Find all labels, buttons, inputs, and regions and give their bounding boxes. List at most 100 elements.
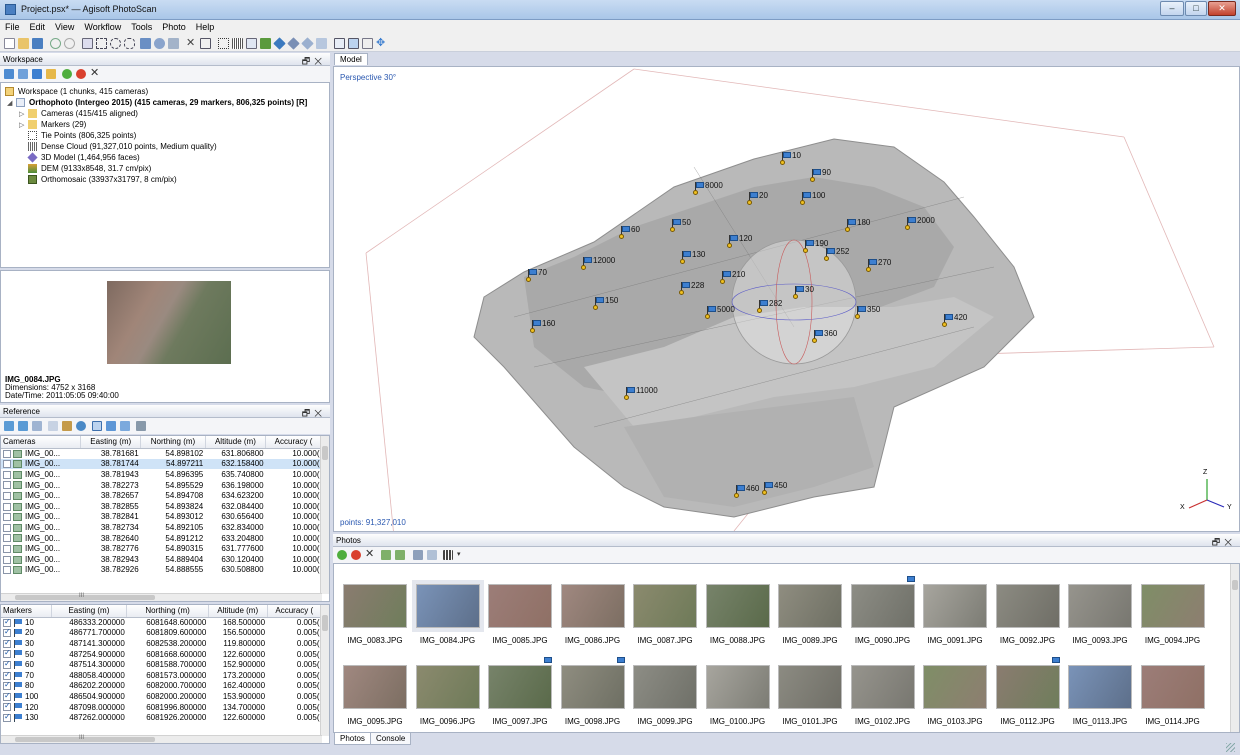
orthomosaic-item[interactable]: Orthomosaic (33937x31797, 8 cm/pix) bbox=[28, 174, 177, 185]
table-row[interactable]: 60 487514.300000 6081588.700000 152.900000 0… bbox=[1, 659, 322, 670]
enable-checkbox[interactable] bbox=[3, 492, 11, 501]
edit-icon[interactable] bbox=[62, 421, 72, 431]
enable-checkbox[interactable] bbox=[3, 638, 11, 648]
add-markers-icon[interactable] bbox=[32, 69, 42, 79]
export-icon[interactable] bbox=[18, 421, 28, 431]
enable-checkbox[interactable] bbox=[3, 617, 11, 627]
column-header[interactable]: Markers bbox=[1, 605, 52, 618]
photo-thumbnail[interactable] bbox=[705, 584, 770, 628]
photo-thumbnail[interactable] bbox=[633, 584, 697, 628]
column-header[interactable]: Altitude (m) bbox=[205, 436, 267, 449]
remove-icon[interactable]: ✕ bbox=[90, 68, 100, 79]
rect-select-icon[interactable] bbox=[96, 38, 107, 49]
table-row[interactable]: IMG_00... 38.782273 54.895529 636.198000 10.… bbox=[1, 480, 322, 491]
dense-cloud-item[interactable]: Dense Cloud (91,327,010 points, Medium q… bbox=[28, 141, 217, 152]
column-header[interactable]: Easting (m) bbox=[80, 436, 142, 449]
workspace-root[interactable]: Workspace (1 chunks, 415 cameras) bbox=[5, 86, 148, 97]
rotate-object-icon[interactable] bbox=[154, 38, 165, 49]
view-errors-icon[interactable] bbox=[106, 421, 116, 431]
dem-item[interactable]: DEM (9133x8548, 31.7 cm/pix) bbox=[28, 163, 151, 174]
enable-icon[interactable] bbox=[62, 69, 72, 79]
cameras-vscroll[interactable] bbox=[320, 436, 329, 594]
enable-checkbox[interactable] bbox=[3, 649, 11, 659]
filter-icon[interactable] bbox=[413, 550, 423, 560]
table-row[interactable]: 70 488058.400000 6081573.000000 173.200000 0… bbox=[1, 670, 322, 681]
photo-thumbnail[interactable] bbox=[560, 665, 625, 709]
tab-photos[interactable]: Photos bbox=[334, 733, 371, 745]
settings-icon[interactable] bbox=[48, 421, 58, 431]
tie-points-item[interactable]: Tie Points (806,325 points) bbox=[28, 130, 136, 141]
wireframe-icon[interactable] bbox=[246, 38, 257, 49]
photos-vscroll[interactable] bbox=[1230, 564, 1239, 732]
disable-icon[interactable] bbox=[76, 69, 86, 79]
photo-thumbnail[interactable] bbox=[850, 665, 915, 709]
undo-icon[interactable] bbox=[50, 38, 61, 49]
import-icon[interactable] bbox=[4, 421, 14, 431]
point-cloud-icon[interactable] bbox=[218, 38, 229, 49]
table-icon[interactable] bbox=[32, 421, 42, 431]
photo-thumbnail[interactable] bbox=[488, 665, 552, 709]
enable-checkbox[interactable] bbox=[3, 712, 11, 723]
cameras-hscroll[interactable]: III bbox=[1, 593, 322, 601]
model-item[interactable]: 3D Model (1,464,956 faces) bbox=[27, 152, 140, 163]
markers-hscroll[interactable]: III bbox=[1, 735, 322, 743]
table-row[interactable]: 30 487141.300000 6082538.200000 119.800000 0… bbox=[1, 638, 322, 649]
table-row[interactable]: IMG_00... 38.781681 54.898102 631.806800 10.… bbox=[1, 448, 322, 459]
collapse-arrow-icon[interactable]: ▷ bbox=[19, 121, 28, 129]
enable-checkbox[interactable] bbox=[3, 449, 11, 458]
delete-selection-icon[interactable]: ✕ bbox=[186, 38, 197, 49]
enable-checkbox[interactable] bbox=[3, 481, 11, 490]
enable-checkbox[interactable] bbox=[3, 513, 11, 522]
solid-icon[interactable] bbox=[273, 37, 286, 50]
photo-thumbnail[interactable] bbox=[343, 665, 407, 709]
photo-thumbnail[interactable] bbox=[705, 665, 770, 709]
resize-grip-icon[interactable] bbox=[1226, 743, 1235, 752]
resize-region-icon[interactable] bbox=[168, 38, 179, 49]
menu-tools[interactable]: Tools bbox=[126, 20, 157, 32]
column-header[interactable]: Accuracy ( bbox=[267, 605, 323, 618]
redo-icon[interactable] bbox=[64, 38, 75, 49]
photo-thumbnail[interactable] bbox=[778, 665, 842, 709]
table-row[interactable]: 10 486333.200000 6081648.600000 168.500000 0… bbox=[1, 617, 322, 628]
markers-vscroll[interactable] bbox=[320, 605, 329, 736]
view-variance-icon[interactable] bbox=[120, 421, 130, 431]
enable-icon[interactable] bbox=[337, 550, 347, 560]
table-row[interactable]: 20 486771.700000 6081809.600000 156.500000 0… bbox=[1, 628, 322, 639]
close-button[interactable]: ✕ bbox=[1208, 1, 1236, 16]
tab-model[interactable]: Model bbox=[334, 53, 368, 65]
enable-checkbox[interactable] bbox=[3, 566, 11, 575]
menu-workflow[interactable]: Workflow bbox=[79, 20, 126, 32]
photo-thumbnail[interactable] bbox=[850, 584, 915, 628]
table-row[interactable]: IMG_00... 38.782943 54.889404 630.120400 10.… bbox=[1, 554, 322, 565]
add-folder-icon[interactable] bbox=[46, 69, 56, 79]
update-icon[interactable] bbox=[76, 421, 86, 431]
enable-checkbox[interactable] bbox=[3, 691, 11, 701]
photo-thumbnail[interactable] bbox=[560, 584, 625, 628]
photo-thumbnail[interactable] bbox=[411, 580, 484, 632]
view-source-icon[interactable] bbox=[92, 421, 102, 431]
enable-checkbox[interactable] bbox=[3, 659, 11, 670]
circle-select-icon[interactable] bbox=[110, 38, 121, 49]
photo-thumbnail[interactable] bbox=[343, 584, 407, 628]
disable-icon[interactable] bbox=[351, 550, 361, 560]
tab-console[interactable]: Console bbox=[370, 733, 412, 745]
table-row[interactable]: IMG_00... 38.782640 54.891212 633.204800 10.… bbox=[1, 533, 322, 544]
rotate-right-icon[interactable] bbox=[395, 550, 405, 560]
navigation-icon[interactable] bbox=[82, 38, 93, 49]
reset-view-icon[interactable]: ✥ bbox=[376, 38, 387, 49]
crop-selection-icon[interactable] bbox=[200, 38, 211, 49]
move-object-icon[interactable] bbox=[140, 38, 151, 49]
table-row[interactable]: IMG_00... 38.782926 54.888555 630.508800 10.… bbox=[1, 565, 322, 576]
photo-thumbnail[interactable] bbox=[923, 584, 987, 628]
collapse-arrow-icon[interactable]: ▷ bbox=[19, 110, 28, 118]
tiled-icon[interactable] bbox=[301, 37, 314, 50]
table-row[interactable]: IMG_00... 38.782841 54.893012 630.656400 10.… bbox=[1, 512, 322, 523]
maximize-button[interactable]: □ bbox=[1185, 1, 1207, 16]
textured-icon[interactable] bbox=[287, 37, 300, 50]
table-row[interactable]: IMG_00... 38.781744 54.897211 632.158400 10.… bbox=[1, 458, 322, 470]
photo-thumbnail[interactable] bbox=[633, 665, 697, 709]
show-markers-icon[interactable] bbox=[348, 38, 359, 49]
photo-thumbnail[interactable] bbox=[1140, 584, 1205, 628]
enable-checkbox[interactable] bbox=[3, 545, 11, 554]
table-row[interactable]: IMG_00... 38.782855 54.893824 632.084400 10.… bbox=[1, 501, 322, 512]
